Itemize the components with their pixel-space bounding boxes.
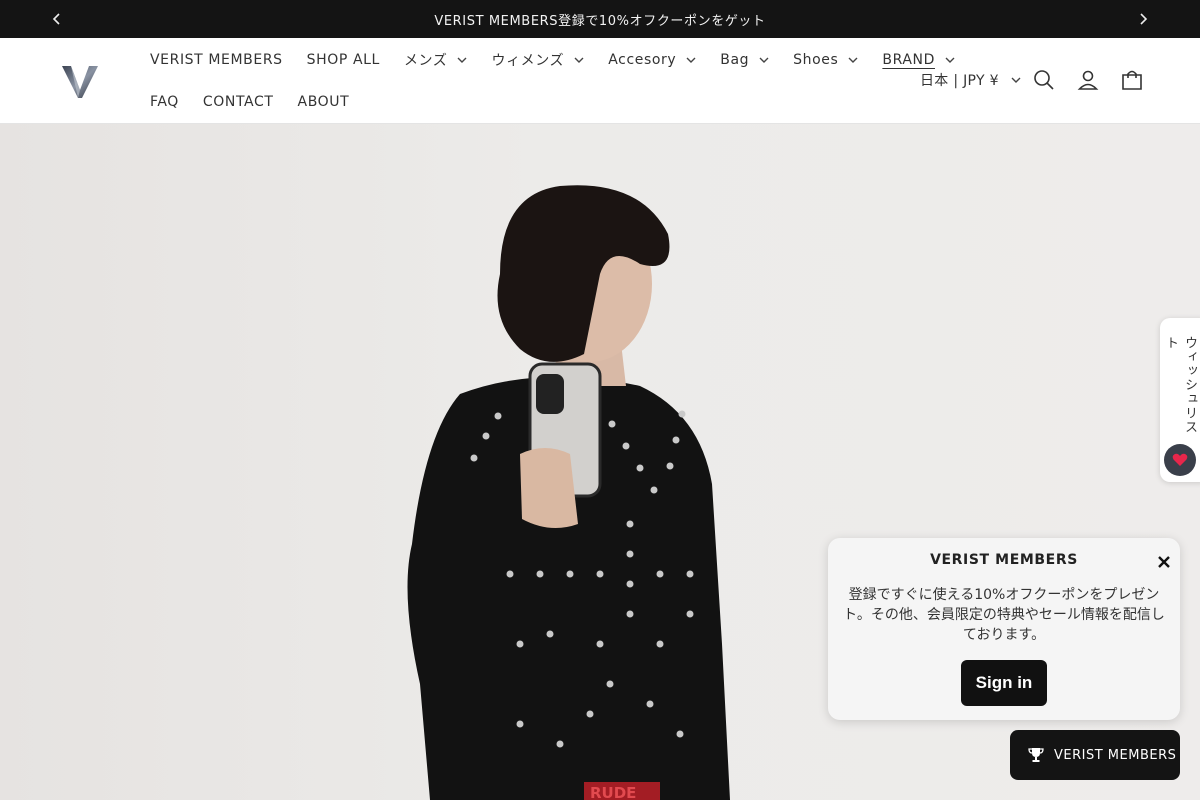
close-icon xyxy=(1158,556,1170,568)
chevron-down-icon xyxy=(945,57,955,64)
cart-icon xyxy=(1122,70,1142,90)
nav-bag[interactable]: Bag xyxy=(708,52,781,68)
locale-label: 日本 | JPY ¥ xyxy=(920,73,999,89)
main-nav-row-2: FAQ CONTACT ABOUT xyxy=(138,90,361,114)
chevron-down-icon xyxy=(457,57,467,64)
nav-label: Accesory xyxy=(608,52,677,68)
chevron-down-icon xyxy=(1011,77,1021,84)
popup-close-button[interactable] xyxy=(1154,552,1174,572)
waistband-text: RUDE xyxy=(590,784,636,800)
announcement-next-button[interactable] xyxy=(1124,0,1162,38)
wishlist-label: ウィッシュリスト xyxy=(1163,336,1197,434)
announcement-bar: VERIST MEMBERS登録で10%オフクーポンをゲット xyxy=(0,0,1200,38)
nav-shop-all[interactable]: SHOP ALL xyxy=(295,52,392,68)
nav-womens[interactable]: ウィメンズ xyxy=(479,50,596,70)
nav-label: BRAND xyxy=(882,52,935,68)
nav-label: FAQ xyxy=(150,94,179,110)
heart-icon xyxy=(1172,453,1188,466)
wishlist-tab[interactable]: ウィッシュリスト xyxy=(1160,318,1200,482)
nav-label: メンズ xyxy=(403,53,448,69)
nav-faq[interactable]: FAQ xyxy=(138,94,191,110)
nav-shoes[interactable]: Shoes xyxy=(781,52,870,68)
wishlist-heart-badge xyxy=(1164,444,1196,476)
search-icon xyxy=(1034,70,1054,90)
chevron-down-icon xyxy=(686,57,696,64)
trophy-icon xyxy=(1028,747,1044,763)
nav-label: SHOP ALL xyxy=(306,52,380,68)
popup-title: VERIST MEMBERS xyxy=(930,552,1078,568)
announcement-prev-button[interactable] xyxy=(38,0,76,38)
nav-contact[interactable]: CONTACT xyxy=(191,94,286,110)
main-nav-row-1: VERIST MEMBERS SHOP ALL メンズ ウィメンズ Acceso… xyxy=(138,48,967,72)
chevron-left-icon xyxy=(52,13,60,25)
nav-label: ABOUT xyxy=(297,94,350,110)
chevron-down-icon xyxy=(574,57,584,64)
locale-selector[interactable]: 日本 | JPY ¥ xyxy=(920,70,1021,90)
rewards-label: VERIST MEMBERS xyxy=(1054,747,1177,763)
nav-label: Shoes xyxy=(793,52,839,68)
nav-mens[interactable]: メンズ xyxy=(392,50,480,70)
sign-in-button[interactable]: Sign in xyxy=(961,660,1047,706)
nav-label: Bag xyxy=(720,52,750,68)
chevron-down-icon xyxy=(848,57,858,64)
nav-label: CONTACT xyxy=(202,94,274,110)
cart-button[interactable] xyxy=(1120,68,1144,92)
account-button[interactable] xyxy=(1076,68,1100,92)
site-logo[interactable] xyxy=(58,60,102,100)
chevron-down-icon xyxy=(759,57,769,64)
nav-accessory[interactable]: Accesory xyxy=(596,52,708,68)
account-icon xyxy=(1077,70,1099,90)
nav-about[interactable]: ABOUT xyxy=(286,94,362,110)
nav-brand[interactable]: BRAND xyxy=(870,52,967,68)
announcement-text[interactable]: VERIST MEMBERS登録で10%オフクーポンをゲット xyxy=(434,10,765,29)
verist-v-logo-icon xyxy=(62,66,98,98)
search-button[interactable] xyxy=(1032,68,1056,92)
members-popup: VERIST MEMBERS 登録ですぐに使える10%オフクーポンをプレゼント。… xyxy=(828,538,1180,720)
rewards-launcher-button[interactable]: VERIST MEMBERS xyxy=(1010,730,1180,780)
nav-label: ウィメンズ xyxy=(491,53,565,69)
chevron-right-icon xyxy=(1140,13,1148,25)
popup-description: 登録ですぐに使える10%オフクーポンをプレゼント。その他、会員限定の特典やセール… xyxy=(843,587,1165,643)
site-header: VERIST MEMBERS SHOP ALL メンズ ウィメンズ Acceso… xyxy=(0,38,1200,124)
nav-verist-members[interactable]: VERIST MEMBERS xyxy=(138,52,295,68)
nav-label: VERIST MEMBERS xyxy=(150,52,283,68)
